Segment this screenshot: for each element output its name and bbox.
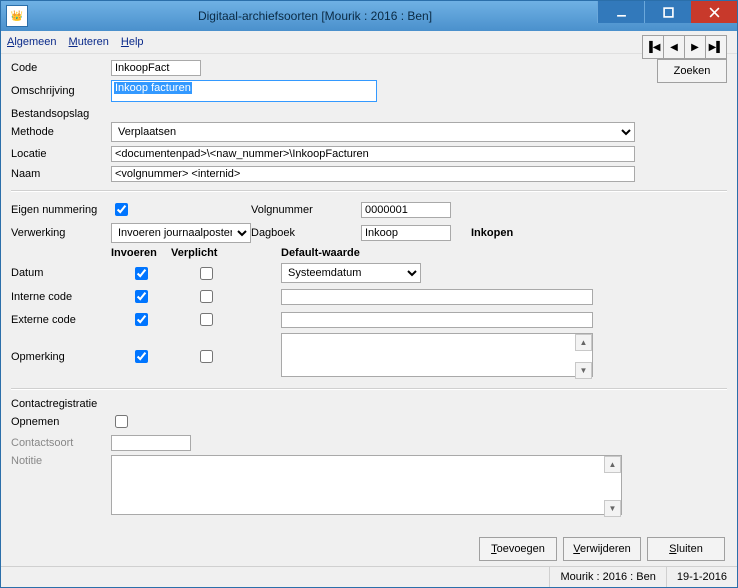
- hdr-default-waarde: Default-waarde: [281, 247, 727, 259]
- verwerking-select[interactable]: Invoeren journaalposten: [111, 223, 251, 243]
- maximize-button[interactable]: [644, 1, 691, 23]
- label-omschrijving: Omschrijving: [11, 85, 111, 97]
- scroll-down-icon[interactable]: ▼: [604, 500, 621, 517]
- status-date: 19-1-2016: [666, 567, 737, 587]
- sluiten-button[interactable]: Sluiten: [647, 537, 725, 561]
- section-contactregistratie: Contactregistratie: [11, 398, 727, 410]
- interne-code-default-input[interactable]: [281, 289, 593, 305]
- label-externe-code: Externe code: [11, 314, 111, 326]
- naam-input[interactable]: [111, 166, 635, 182]
- locatie-input[interactable]: [111, 146, 635, 162]
- statusbar: Mourik : 2016 : Ben 19-1-2016: [1, 566, 737, 587]
- omschrijving-value: Inkoop facturen: [114, 82, 192, 94]
- label-opnemen: Opnemen: [11, 416, 111, 428]
- window-controls: [597, 1, 737, 31]
- app-window: 👑 Digitaal-archiefsoorten [Mourik : 2016…: [0, 0, 738, 588]
- toevoegen-button[interactable]: Toevoegen: [479, 537, 557, 561]
- label-opmerking: Opmerking: [11, 351, 111, 363]
- notitie-textarea[interactable]: [111, 455, 622, 515]
- close-button[interactable]: [691, 1, 737, 23]
- volgnummer-input[interactable]: [361, 202, 451, 218]
- menu-muteren[interactable]: Muteren: [69, 36, 109, 48]
- dagboek-name: Inkopen: [471, 227, 513, 239]
- verwijderen-button[interactable]: Verwijderen: [563, 537, 641, 561]
- opnemen-checkbox[interactable]: [115, 415, 128, 428]
- menu-help[interactable]: Help: [121, 36, 144, 48]
- datum-default-select[interactable]: Systeemdatum: [281, 263, 421, 283]
- label-contactsoort: Contactsoort: [11, 437, 111, 449]
- interne-code-verplicht-checkbox[interactable]: [200, 290, 213, 303]
- label-methode: Methode: [11, 126, 111, 138]
- opmerking-default-textarea[interactable]: [281, 333, 593, 377]
- eigen-nummering-checkbox[interactable]: [115, 203, 128, 216]
- methode-select[interactable]: Verplaatsen: [111, 122, 635, 142]
- window-title: Digitaal-archiefsoorten [Mourik : 2016 :…: [33, 9, 597, 23]
- label-interne-code: Interne code: [11, 291, 111, 303]
- code-input[interactable]: [111, 60, 201, 76]
- footer-buttons: Toevoegen Verwijderen Sluiten: [473, 537, 725, 561]
- contactsoort-input[interactable]: [111, 435, 191, 451]
- externe-code-default-input[interactable]: [281, 312, 593, 328]
- titlebar: 👑 Digitaal-archiefsoorten [Mourik : 2016…: [1, 1, 737, 31]
- section-bestandsopslag: Bestandsopslag: [11, 108, 727, 120]
- externe-code-verplicht-checkbox[interactable]: [200, 313, 213, 326]
- label-dagboek: Dagboek: [251, 227, 361, 239]
- app-icon: 👑: [6, 5, 28, 27]
- opmerking-verplicht-checkbox[interactable]: [200, 350, 213, 363]
- omschrijving-input[interactable]: Inkoop facturen: [111, 80, 377, 102]
- form-content: Code Omschrijving Inkoop facturen Bestan…: [1, 54, 737, 518]
- scroll-up-icon[interactable]: ▲: [604, 456, 621, 473]
- label-volgnummer: Volgnummer: [251, 204, 361, 216]
- status-context: Mourik : 2016 : Ben: [549, 567, 665, 587]
- label-eigen-nummering: Eigen nummering: [11, 204, 111, 216]
- externe-code-invoeren-checkbox[interactable]: [135, 313, 148, 326]
- opmerking-invoeren-checkbox[interactable]: [135, 350, 148, 363]
- dagboek-code-input[interactable]: [361, 225, 451, 241]
- minimize-button[interactable]: [597, 1, 644, 23]
- interne-code-invoeren-checkbox[interactable]: [135, 290, 148, 303]
- datum-invoeren-checkbox[interactable]: [135, 267, 148, 280]
- menubar: Algemeen Muteren Help: [1, 31, 737, 54]
- label-datum: Datum: [11, 267, 111, 279]
- label-naam: Naam: [11, 168, 111, 180]
- hdr-invoeren: Invoeren: [111, 247, 171, 259]
- scroll-up-icon[interactable]: ▲: [575, 334, 592, 351]
- label-code: Code: [11, 62, 111, 74]
- label-notitie: Notitie: [11, 455, 111, 467]
- datum-verplicht-checkbox[interactable]: [200, 267, 213, 280]
- label-locatie: Locatie: [11, 148, 111, 160]
- scroll-down-icon[interactable]: ▼: [575, 362, 592, 379]
- hdr-verplicht: Verplicht: [171, 247, 241, 259]
- label-verwerking: Verwerking: [11, 227, 111, 239]
- menu-algemeen[interactable]: Algemeen: [7, 36, 57, 48]
